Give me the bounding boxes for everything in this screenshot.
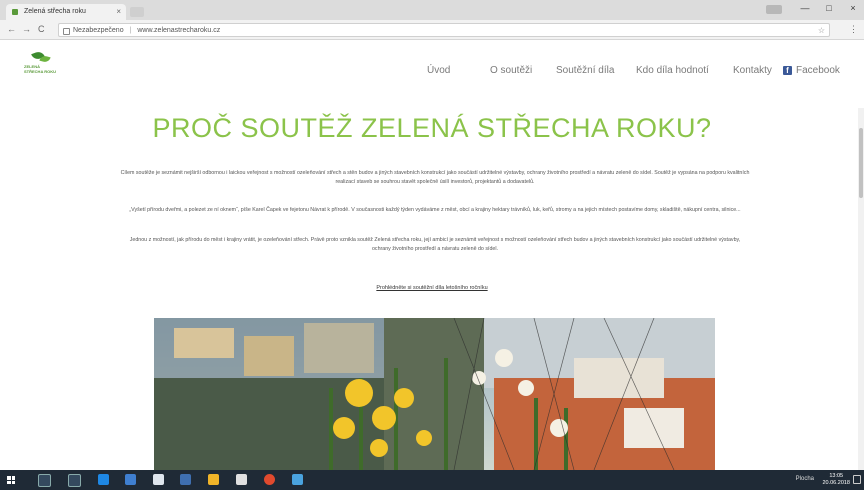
scrollbar-thumb[interactable]: [859, 128, 863, 198]
mission-paragraph: Jednou z možností, jak přírodu do měst i…: [129, 237, 741, 252]
browser-menu-icon[interactable]: ⋮: [849, 24, 858, 35]
system-clock[interactable]: 13:05 20.06.2018: [822, 473, 850, 487]
address-bar: ← → C Nezabezpečeno | www.zelenastrechar…: [0, 20, 864, 40]
page-title: PROČ SOUTĚŽ ZELENÁ STŘECHA ROKU?: [152, 113, 712, 143]
maximize-button[interactable]: □: [822, 3, 836, 13]
competition-entries-link[interactable]: Prohlédněte si soutěžní díla letošního r…: [0, 285, 864, 291]
logo-text: ZELENÁ STŘECHA ROKU: [24, 64, 57, 74]
chrome-icon[interactable]: [264, 474, 275, 485]
security-info-icon[interactable]: [63, 28, 70, 35]
nav-item-facebook[interactable]: Facebook: [796, 65, 840, 76]
site-header: ZELENÁ STŘECHA ROKU Úvod O soutěži Soutě…: [0, 40, 864, 108]
quote-paragraph: „Vyšetí přírodu dveřmi, a polezet ze ní …: [129, 207, 741, 213]
site-logo[interactable]: ZELENÁ STŘECHA ROKU: [22, 50, 62, 92]
hero-photo: [154, 318, 715, 470]
notification-center-icon[interactable]: [853, 475, 861, 484]
browser-tab[interactable]: Zelená střecha roku ×: [6, 4, 126, 20]
page-scrollbar[interactable]: [858, 108, 864, 470]
facebook-icon[interactable]: f: [783, 66, 792, 75]
hero-image: [154, 318, 715, 470]
nav-item-o-soutezi[interactable]: O soutěži: [490, 65, 532, 76]
file-explorer-icon[interactable]: [125, 474, 136, 485]
taskbar: Plocha 13:05 20.06.2018: [0, 470, 864, 490]
intro-paragraph: Cílem soutěže je seznámit nejširší odbor…: [120, 170, 750, 185]
logo-leaf-icon: [39, 54, 51, 64]
edge-browser-icon[interactable]: [98, 474, 109, 485]
task-view-icon[interactable]: [68, 474, 81, 487]
windows-start-icon[interactable]: [7, 476, 15, 484]
close-window-button[interactable]: ×: [846, 3, 860, 13]
folder-icon[interactable]: [208, 474, 219, 485]
browser-tab-bar: Zelená střecha roku × — □ ×: [0, 0, 864, 20]
clock-time: 13:05: [829, 473, 844, 479]
app-icon[interactable]: [292, 474, 303, 485]
url-input[interactable]: Nezabezpečeno | www.zelenastrecharoku.cz…: [58, 23, 830, 37]
tab-close-icon[interactable]: ×: [116, 4, 121, 20]
profile-icon[interactable]: [766, 5, 782, 14]
minimize-button[interactable]: —: [798, 3, 812, 13]
nav-item-soutezni-dila[interactable]: Soutěžní díla: [556, 65, 614, 76]
back-button[interactable]: ←: [7, 24, 16, 34]
calculator-icon[interactable]: [236, 474, 247, 485]
mail-icon[interactable]: [180, 474, 191, 485]
nav-item-kontakty[interactable]: Kontakty: [733, 65, 772, 76]
url-text: www.zelenastrecharoku.cz: [137, 27, 221, 34]
bookmark-star-icon[interactable]: ☆: [818, 24, 825, 38]
nav-item-kdo-dila-hodnoti[interactable]: Kdo díla hodnotí: [636, 65, 709, 76]
new-tab-button[interactable]: [130, 7, 144, 17]
clock-date: 20.06.2018: [822, 480, 850, 486]
favicon-icon: [12, 9, 18, 15]
nav-item-uvod[interactable]: Úvod: [427, 65, 450, 76]
tab-title: Zelená střecha roku: [24, 8, 86, 15]
url-separator: |: [129, 27, 132, 34]
reload-button[interactable]: C: [38, 24, 45, 34]
tray-desktop-label[interactable]: Plocha: [796, 476, 814, 482]
window-controls: — □ ×: [798, 3, 860, 13]
search-icon[interactable]: [38, 474, 51, 487]
store-icon[interactable]: [153, 474, 164, 485]
security-label: Nezabezpečeno: [73, 27, 124, 34]
forward-button[interactable]: →: [22, 24, 31, 34]
